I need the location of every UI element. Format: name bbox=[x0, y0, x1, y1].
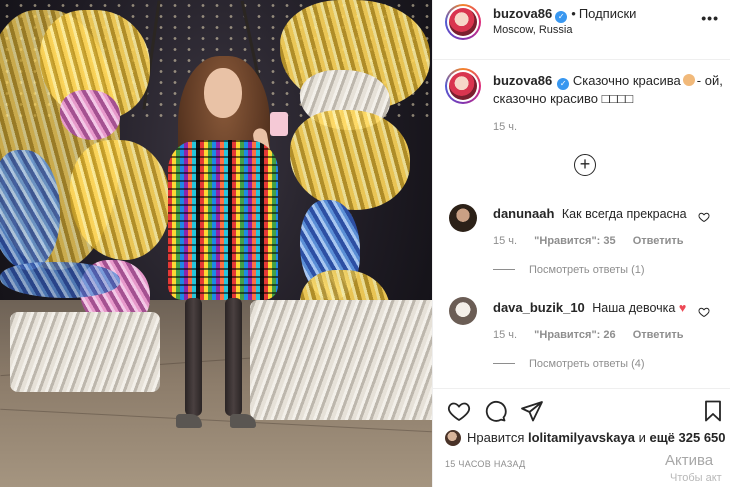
like-comment-icon[interactable] bbox=[698, 211, 710, 223]
caption-text: Сказочно красива bbox=[572, 73, 681, 88]
red-heart-icon: ♥ bbox=[678, 301, 687, 315]
woman-figure bbox=[0, 0, 432, 487]
likes-summary: Нравится lolitamilyavskaya и ещё 325 650 bbox=[445, 430, 726, 446]
view-replies-label[interactable]: Посмотреть ответы (1) bbox=[529, 264, 645, 276]
comment: danunaah Как всегда прекрасна bbox=[493, 206, 687, 221]
post-side-panel: buzova86 ✓ • Подписки Moscow, Russia ••• bu… bbox=[432, 0, 730, 487]
comment-text: Как всегда прекрасна bbox=[561, 207, 687, 221]
comment-meta: 15 ч. "Нравится": 26 Ответить bbox=[493, 329, 698, 341]
comment-username[interactable]: danunaah bbox=[493, 206, 554, 221]
phone bbox=[270, 112, 288, 136]
verified-icon: ✓ bbox=[557, 78, 570, 90]
more-icon[interactable]: ••• bbox=[701, 10, 719, 26]
comment-text: Наша девочка bbox=[592, 301, 676, 315]
following-button[interactable]: Подписки bbox=[579, 6, 637, 21]
comment-meta: 15 ч. "Нравится": 35 Ответить bbox=[493, 235, 698, 247]
comment-avatar[interactable] bbox=[449, 204, 477, 232]
caption: buzova86 ✓ Сказочно красива - ой, сказочно… bbox=[493, 72, 723, 108]
caption-emoji-tail: □□□□ bbox=[601, 91, 634, 106]
liker-avatar[interactable] bbox=[445, 430, 461, 446]
face bbox=[204, 68, 242, 118]
verified-icon: ✓ bbox=[555, 11, 568, 23]
post-header: buzova86 ✓ • Подписки Moscow, Russia ••• bbox=[433, 0, 730, 60]
likes-count[interactable]: ещё 325 650 bbox=[649, 430, 725, 445]
shoe bbox=[230, 414, 256, 428]
share-icon[interactable] bbox=[520, 399, 544, 423]
username-link[interactable]: buzova86 bbox=[493, 6, 552, 21]
comment-likes[interactable]: "Нравится": 35 bbox=[534, 235, 615, 247]
view-replies[interactable]: Посмотреть ответы (1) bbox=[493, 264, 645, 276]
windows-activation-watermark-sub: Чтобы акт bbox=[670, 472, 722, 484]
like-icon[interactable] bbox=[447, 399, 471, 423]
liker-username[interactable]: lolitamilyavskaya bbox=[528, 430, 635, 445]
caption-avatar[interactable] bbox=[449, 72, 477, 100]
reply-button[interactable]: Ответить bbox=[633, 329, 684, 341]
comment-time[interactable]: 15 ч. bbox=[493, 329, 517, 341]
save-icon[interactable] bbox=[701, 399, 725, 423]
reply-button[interactable]: Ответить bbox=[633, 235, 684, 247]
avatar[interactable] bbox=[449, 8, 477, 36]
comment-avatar[interactable] bbox=[449, 297, 477, 325]
comment-username[interactable]: dava_buzik_10 bbox=[493, 300, 585, 315]
post-photo[interactable] bbox=[0, 0, 432, 487]
view-replies[interactable]: Посмотреть ответы (4) bbox=[493, 358, 645, 370]
header-user-row: buzova86 ✓ • Подписки bbox=[493, 6, 637, 23]
leg bbox=[185, 298, 202, 416]
leg bbox=[225, 298, 242, 416]
view-replies-label[interactable]: Посмотреть ответы (4) bbox=[529, 358, 645, 370]
post-timestamp[interactable]: 15 ЧАСОВ НАЗАД bbox=[445, 459, 526, 469]
smiling-face-icon bbox=[682, 74, 695, 86]
load-more-comments-icon[interactable]: + bbox=[574, 154, 596, 176]
like-comment-icon[interactable] bbox=[698, 306, 710, 318]
shoe bbox=[176, 414, 202, 428]
comment-likes[interactable]: "Нравится": 26 bbox=[534, 329, 615, 341]
caption-username[interactable]: buzova86 bbox=[493, 73, 552, 88]
caption-time[interactable]: 15 ч. bbox=[493, 121, 517, 133]
comment-icon[interactable] bbox=[483, 399, 507, 423]
comment-time[interactable]: 15 ч. bbox=[493, 235, 517, 247]
sequin-dress bbox=[168, 140, 278, 300]
comment: dava_buzik_10 Наша девочка ♥ bbox=[493, 300, 686, 315]
location-link[interactable]: Moscow, Russia bbox=[493, 24, 572, 36]
windows-activation-watermark: Актива bbox=[665, 452, 714, 469]
